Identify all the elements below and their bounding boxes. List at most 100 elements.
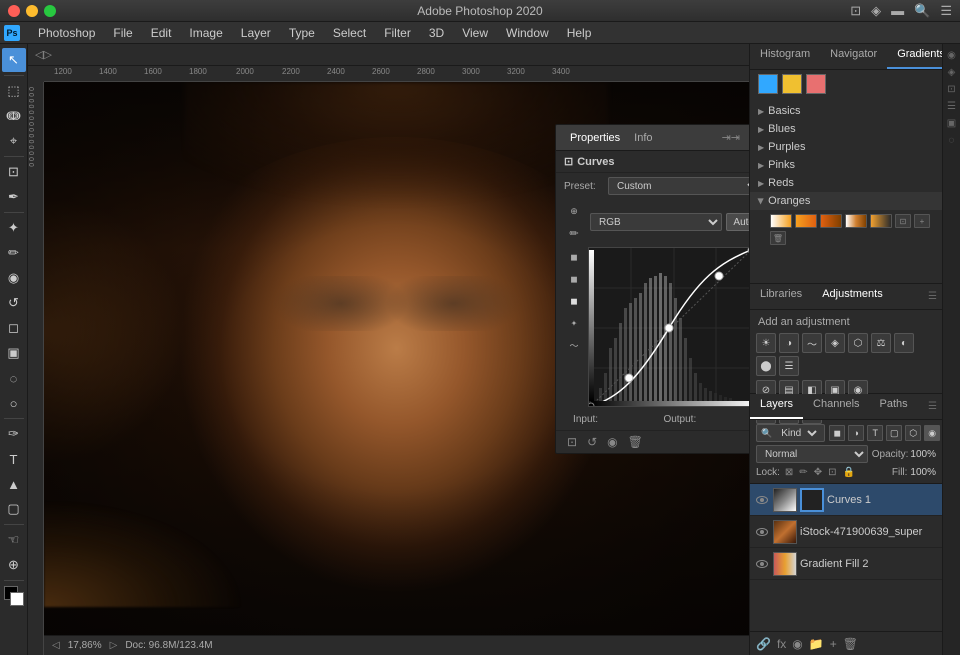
gradient-group-pinks-header[interactable]: ▶ Pinks <box>750 156 942 174</box>
menu-help[interactable]: Help <box>559 24 600 42</box>
tab-paths[interactable]: Paths <box>870 394 918 419</box>
tool-history-brush[interactable]: ↺ <box>2 291 26 315</box>
curve-smooth[interactable]: 〜 <box>564 335 584 355</box>
menu-image[interactable]: Image <box>181 24 230 42</box>
lock-all-icon[interactable]: 🔒 <box>840 466 856 479</box>
layer-row-curves1[interactable]: Curves 1 <box>750 484 942 516</box>
tool-marquee[interactable]: ⬚ <box>2 79 26 103</box>
orange-swatch-5[interactable] <box>870 214 892 228</box>
channel-select[interactable]: RGB <box>590 213 722 231</box>
gradient-group-purples-header[interactable]: ▶ Purples <box>750 138 942 156</box>
tool-pen[interactable]: ✑ <box>2 422 26 446</box>
tool-hand[interactable]: ☜ <box>2 528 26 552</box>
side-icon-3[interactable]: ⊡ <box>945 82 959 96</box>
layers-delete-icon[interactable]: 🗑 <box>843 637 858 651</box>
tool-shape[interactable]: ▢ <box>2 497 26 521</box>
color-swatch-yellow[interactable] <box>782 74 802 94</box>
close-button[interactable] <box>8 5 20 17</box>
status-next[interactable]: ▷ <box>110 640 118 651</box>
filter-type-icon[interactable]: T <box>867 425 883 441</box>
auto-button[interactable]: Auto <box>726 213 749 231</box>
tool-lasso[interactable]: ↈ <box>2 104 26 128</box>
gradient-group-oranges-header[interactable]: ▶ Oranges <box>750 192 942 210</box>
layers-mask-icon[interactable]: ◉ <box>792 637 802 651</box>
side-icon-4[interactable]: ☰ <box>945 99 959 113</box>
adj-brightness[interactable]: ☀ <box>756 333 776 353</box>
panel-toggle-icon[interactable]: ◁▷ <box>32 47 55 62</box>
tool-dodge[interactable]: ○ <box>2 391 26 415</box>
layer-row-photo[interactable]: iStock-471900639_super <box>750 516 942 548</box>
menu-edit[interactable]: Edit <box>143 24 180 42</box>
filter-shape-icon[interactable]: ▢ <box>886 425 902 441</box>
layer-vis-curves1[interactable] <box>754 492 770 508</box>
fill-value[interactable]: 100% <box>910 467 936 478</box>
tab-channels[interactable]: Channels <box>803 394 869 419</box>
tool-eyedropper[interactable]: ✒ <box>2 185 26 209</box>
curve-tool-pencil[interactable]: ✏ <box>564 223 584 243</box>
gradient-group-basics-header[interactable]: ▶ Basics <box>750 102 942 120</box>
lock-artboard-icon[interactable]: ⊡ <box>826 466 838 479</box>
layers-fx-icon[interactable]: fx <box>777 637 786 651</box>
tool-clone[interactable]: ◉ <box>2 266 26 290</box>
swatch-new-icon[interactable]: + <box>914 214 930 228</box>
swatch-delete-icon[interactable]: 🗑 <box>770 231 786 245</box>
tool-magic-wand[interactable]: ⌖ <box>2 129 26 153</box>
adj-photofilter[interactable]: ⬤ <box>756 356 776 376</box>
tab-libraries[interactable]: Libraries <box>750 284 812 309</box>
orange-swatch-2[interactable] <box>795 214 817 228</box>
curve-point-light[interactable] <box>715 272 723 280</box>
menu-window[interactable]: Window <box>498 24 557 42</box>
tab-navigator[interactable]: Navigator <box>820 44 887 69</box>
fullscreen-button[interactable] <box>44 5 56 17</box>
adj-curves[interactable]: 〜 <box>802 333 822 353</box>
menu-icon[interactable]: ☰ <box>940 3 952 19</box>
curve-corner-black[interactable] <box>588 403 594 407</box>
orange-swatch-3[interactable] <box>820 214 842 228</box>
gradient-group-blues-header[interactable]: ▶ Blues <box>750 120 942 138</box>
tool-zoom[interactable]: ⊕ <box>2 553 26 577</box>
side-icon-2[interactable]: ◈ <box>945 65 959 79</box>
lock-position-icon[interactable]: ✥ <box>812 466 824 479</box>
curve-point-dark[interactable] <box>625 374 633 382</box>
adj-blackwhite[interactable]: ◐ <box>894 333 914 353</box>
layer-search[interactable]: 🔍 Kind <box>756 424 825 442</box>
tab-adjustments[interactable]: Adjustments <box>812 284 893 309</box>
tool-brush[interactable]: ✏ <box>2 241 26 265</box>
color-swatch-red[interactable] <box>806 74 826 94</box>
tab-layers[interactable]: Layers <box>750 394 803 419</box>
menu-filter[interactable]: Filter <box>376 24 419 42</box>
layer-vis-gradient[interactable] <box>754 556 770 572</box>
menu-select[interactable]: Select <box>325 24 374 42</box>
filter-smart-icon[interactable]: ⬡ <box>905 425 921 441</box>
tool-text[interactable]: T <box>2 447 26 471</box>
orange-swatch-1[interactable] <box>770 214 792 228</box>
menu-type[interactable]: Type <box>281 24 323 42</box>
lock-pixels-icon[interactable]: ✏ <box>797 466 809 479</box>
curve-eyedropper-black[interactable]: ◼ <box>564 247 584 267</box>
minimize-button[interactable] <box>26 5 38 17</box>
tab-histogram[interactable]: Histogram <box>750 44 820 69</box>
menu-file[interactable]: File <box>105 24 140 42</box>
tool-blur[interactable]: ◌ <box>2 366 26 390</box>
menu-3d[interactable]: 3D <box>421 24 452 42</box>
side-icon-6[interactable]: ◌ <box>945 133 959 147</box>
curve-point-mid[interactable] <box>665 324 673 332</box>
side-icon-1[interactable]: ◉ <box>945 48 959 62</box>
layer-kind-select[interactable]: Kind <box>775 424 820 442</box>
preset-select[interactable]: Custom <box>608 177 749 195</box>
blend-mode-select[interactable]: Normal <box>756 445 868 463</box>
tab-info[interactable]: Info <box>628 130 658 146</box>
filter-active-icon[interactable]: ◉ <box>924 425 940 441</box>
swatch-view-icon[interactable]: ⊡ <box>895 214 911 228</box>
curves-btn-delete[interactable]: 🗑 <box>625 433 646 451</box>
curves-btn-reset-channel[interactable]: ↺ <box>584 433 600 451</box>
adj-colorbalance[interactable]: ⚖ <box>871 333 891 353</box>
opacity-value[interactable]: 100% <box>910 449 936 460</box>
curves-graph[interactable] <box>588 247 749 407</box>
menu-view[interactable]: View <box>454 24 496 42</box>
layers-folder-icon[interactable]: 📁 <box>809 637 824 651</box>
filter-pixel-icon[interactable]: ◼ <box>829 425 845 441</box>
adj-channelmixer[interactable]: ☰ <box>779 356 799 376</box>
lock-transparent-icon[interactable]: ⊠ <box>783 466 795 479</box>
tool-gradient[interactable]: ▣ <box>2 341 26 365</box>
